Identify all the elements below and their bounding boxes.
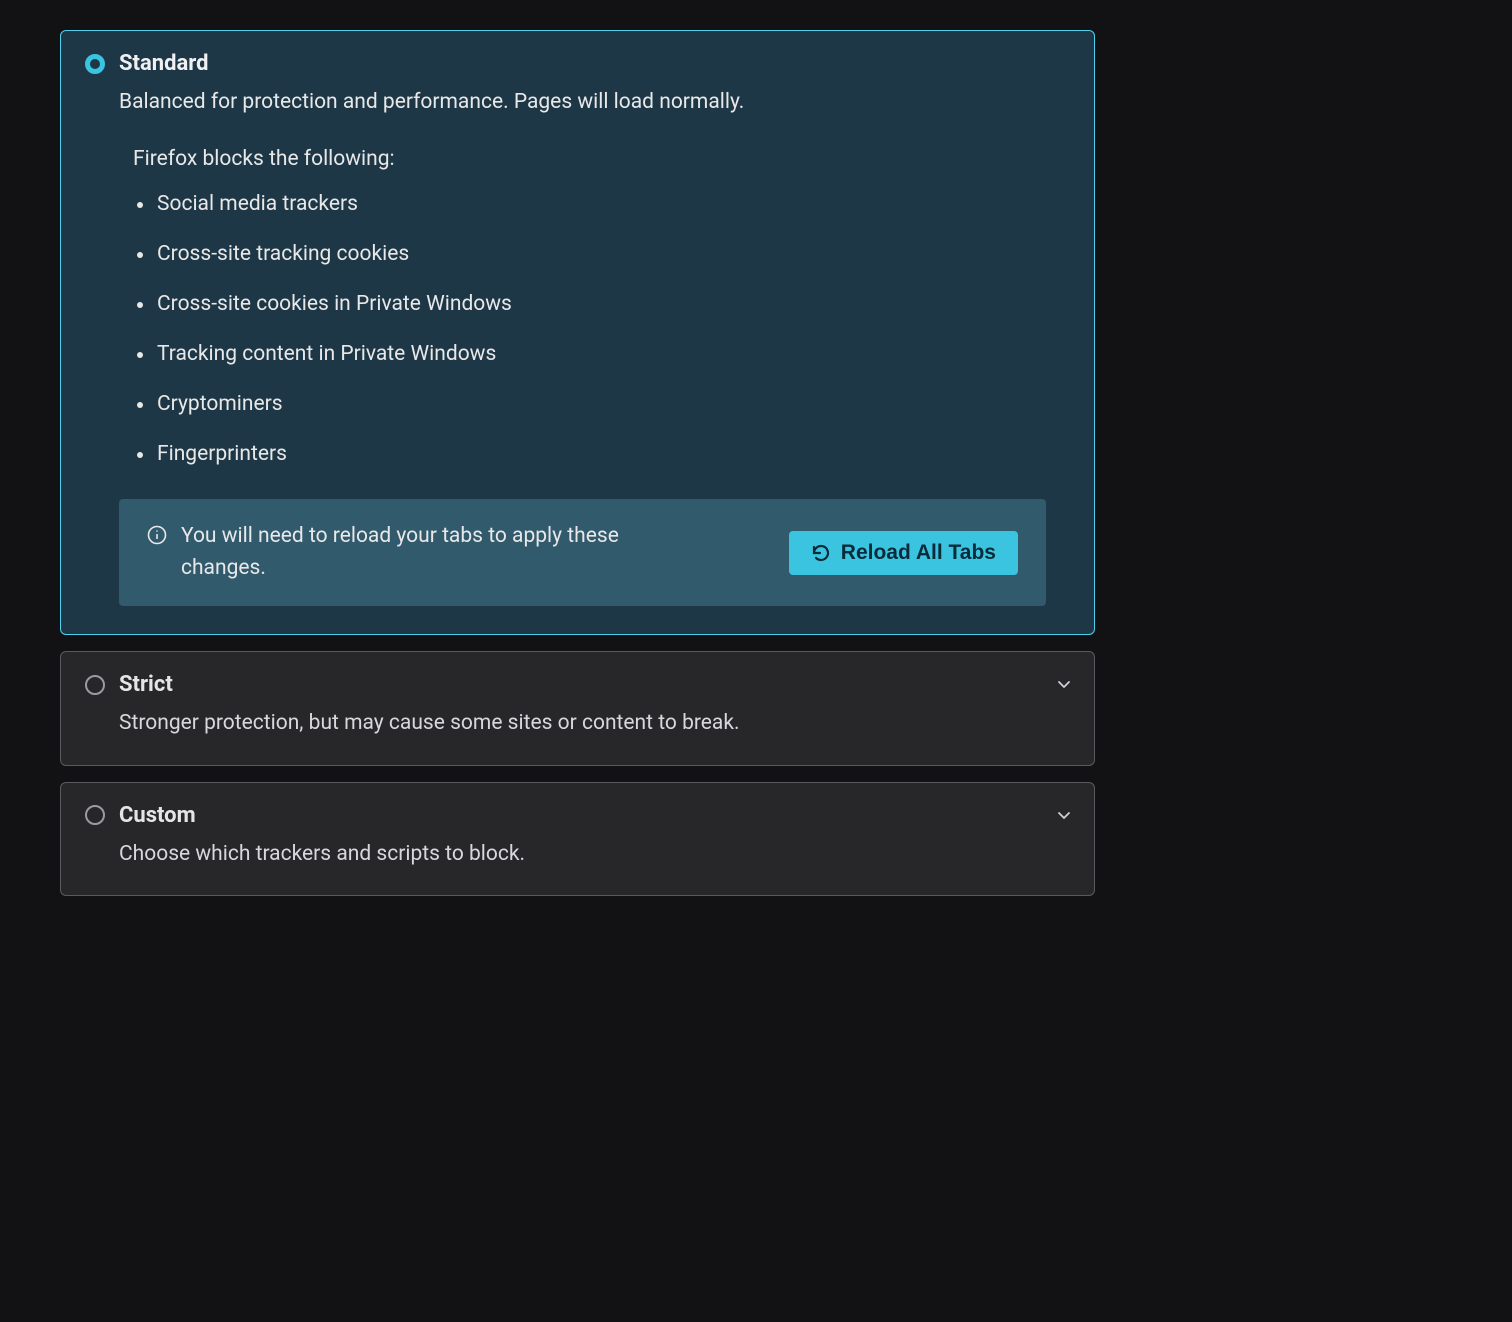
blocks-item: Cryptominers bbox=[133, 379, 1070, 429]
reload-all-tabs-button[interactable]: Reload All Tabs bbox=[789, 531, 1018, 575]
blocks-list: Social media trackers Cross-site trackin… bbox=[61, 179, 1094, 495]
chevron-down-icon[interactable] bbox=[1056, 676, 1072, 692]
chevron-down-icon[interactable] bbox=[1056, 807, 1072, 823]
option-header: Custom bbox=[61, 783, 1094, 830]
option-description-standard: Balanced for protection and performance.… bbox=[61, 78, 1094, 143]
info-icon bbox=[147, 525, 167, 545]
option-header: Standard bbox=[61, 31, 1094, 78]
option-title-standard: Standard bbox=[119, 51, 209, 76]
blocks-item: Cross-site tracking cookies bbox=[133, 229, 1070, 279]
blocks-item: Cross-site cookies in Private Windows bbox=[133, 279, 1070, 329]
blocks-item: Tracking content in Private Windows bbox=[133, 329, 1070, 379]
reload-notice-text: You will need to reload your tabs to app… bbox=[181, 521, 701, 584]
protection-option-custom[interactable]: Custom Choose which trackers and scripts… bbox=[60, 782, 1095, 896]
option-description-strict: Stronger protection, but may cause some … bbox=[61, 699, 1094, 764]
radio-custom[interactable] bbox=[85, 805, 105, 825]
option-header: Strict bbox=[61, 652, 1094, 699]
protection-option-strict[interactable]: Strict Stronger protection, but may caus… bbox=[60, 651, 1095, 765]
blocks-item: Social media trackers bbox=[133, 179, 1070, 229]
radio-standard[interactable] bbox=[85, 54, 105, 74]
option-title-strict: Strict bbox=[119, 672, 173, 697]
radio-strict[interactable] bbox=[85, 675, 105, 695]
reload-button-label: Reload All Tabs bbox=[841, 541, 996, 565]
protection-option-standard[interactable]: Standard Balanced for protection and per… bbox=[60, 30, 1095, 635]
reload-banner: You will need to reload your tabs to app… bbox=[119, 499, 1046, 606]
blocks-intro: Firefox blocks the following: bbox=[61, 143, 1094, 179]
option-title-custom: Custom bbox=[119, 803, 196, 828]
reload-banner-left: You will need to reload your tabs to app… bbox=[147, 521, 789, 584]
option-description-custom: Choose which trackers and scripts to blo… bbox=[61, 830, 1094, 895]
blocks-item: Fingerprinters bbox=[133, 429, 1070, 479]
reload-icon bbox=[811, 543, 831, 563]
